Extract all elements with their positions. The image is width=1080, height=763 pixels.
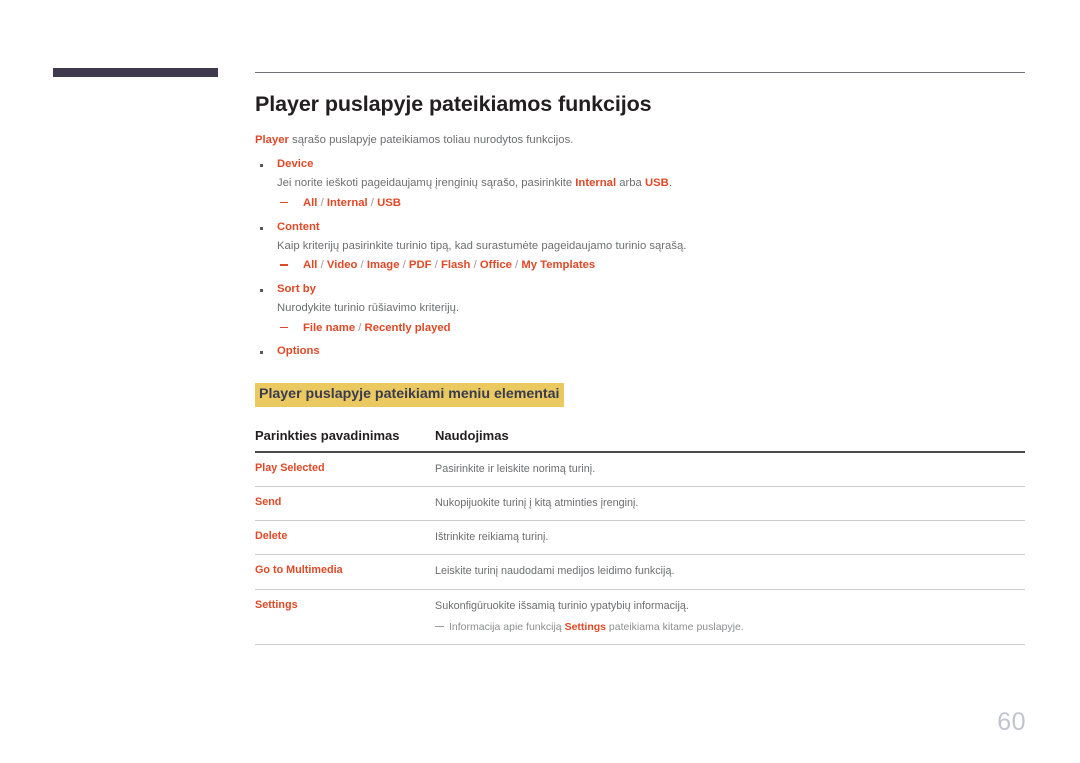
- table-cell-option-name: Play Selected: [255, 451, 435, 487]
- option-value: Recently played: [364, 321, 451, 334]
- feature-title: Content: [277, 220, 320, 233]
- option-separator: /: [317, 259, 327, 272]
- option-value: Office: [479, 259, 512, 272]
- intro-text: sąrašo puslapyje pateikiamos toliau nuro…: [288, 133, 574, 146]
- page-content: Player puslapyje pateikiamos funkcijos P…: [255, 92, 1025, 645]
- option-value: PDF: [408, 259, 432, 272]
- table-cell-note: Informacija apie funkciją Settings patei…: [435, 620, 1025, 635]
- table-col-header-usage: Naudojimas: [435, 427, 1025, 453]
- option-value: All: [303, 259, 318, 272]
- table-row: Send Nukopijuokite turinį į kitą atminti…: [255, 486, 1025, 522]
- option-separator: /: [399, 259, 409, 272]
- note-prefix: Informacija apie funkciją: [449, 620, 565, 633]
- table-cell-usage: Ištrinkite reikiamą turinį.: [435, 520, 1025, 556]
- dash-icon: [280, 264, 288, 266]
- intro-paragraph: Player sąrašo puslapyje pateikiamos toli…: [255, 132, 1025, 148]
- table-cell-usage: Leiskite turinį naudodami medijos leidim…: [435, 554, 1025, 590]
- bullet-icon: [260, 289, 263, 293]
- dash-icon: [280, 326, 288, 329]
- feature-list: Device Jei norite ieškoti pageidaujamų į…: [255, 157, 1025, 360]
- feature-description: Kaip kriterijų pasirinkite turinio tipą,…: [277, 239, 687, 252]
- table-cell-usage-text: Sukonfigūruokite išsamią turinio ypatybi…: [435, 599, 689, 612]
- option-separator: /: [431, 259, 441, 272]
- table-cell-usage: Nukopijuokite turinį į kitą atminties įr…: [435, 486, 1025, 522]
- option-separator: /: [511, 259, 522, 272]
- feature-options-sort-by: File name / Recently played: [277, 321, 1025, 337]
- option-value: File name: [303, 321, 356, 334]
- option-separator: /: [357, 259, 367, 272]
- feature-options-text: File name / Recently played: [303, 322, 451, 334]
- feature-desc-suffix: .: [668, 177, 672, 190]
- feature-item-device: Device Jei norite ieškoti pageidaujamų į…: [255, 157, 1025, 211]
- table-cell-option-name: Settings: [255, 589, 435, 645]
- table-row: Settings Sukonfigūruokite išsamią turini…: [255, 589, 1025, 645]
- option-separator: /: [470, 259, 480, 272]
- table-header-row: Parinkties pavadinimas Naudojimas: [255, 427, 1025, 453]
- option-value: Video: [326, 259, 358, 272]
- feature-options-text: All / Video / Image / PDF / Flash / Offi…: [303, 259, 595, 271]
- table-row: Play Selected Pasirinkite ir leiskite no…: [255, 451, 1025, 487]
- header-accent-bar: [53, 68, 218, 77]
- feature-title: Device: [277, 158, 314, 171]
- feature-options-text: All / Internal / USB: [303, 197, 401, 209]
- note-keyword: Settings: [564, 620, 606, 633]
- page-title: Player puslapyje pateikiamos funkcijos: [255, 92, 652, 116]
- feature-desc-keyword-usb: USB: [644, 177, 669, 190]
- note-suffix: pateikiama kitame puslapyje.: [605, 620, 744, 633]
- feature-description: Jei norite ieškoti pageidaujamų įrengini…: [277, 175, 1025, 191]
- bullet-icon: [260, 164, 263, 168]
- option-separator: /: [367, 196, 378, 209]
- table-cell-option-name: Send: [255, 486, 435, 522]
- table-col-header-option-name: Parinkties pavadinimas: [255, 427, 435, 453]
- bullet-icon: [260, 226, 263, 230]
- table-cell-usage: Sukonfigūruokite išsamią turinio ypatybi…: [435, 589, 1025, 645]
- feature-options-device: All / Internal / USB: [277, 196, 1025, 212]
- feature-options-content: All / Video / Image / PDF / Flash / Offi…: [277, 258, 1025, 274]
- header-rule: [255, 72, 1025, 73]
- option-value: USB: [377, 196, 401, 209]
- page-number: 60: [997, 708, 1026, 736]
- table-row: Delete Ištrinkite reikiamą turinį.: [255, 520, 1025, 556]
- option-value: All: [303, 196, 318, 209]
- intro-keyword: Player: [255, 133, 289, 146]
- document-page: Player puslapyje pateikiamos funkcijos P…: [0, 0, 1080, 763]
- feature-description: Nurodykite turinio rūšiavimo kriterijų.: [277, 302, 460, 315]
- feature-title: Options: [277, 345, 320, 358]
- section-heading-menu-items: Player puslapyje pateikiami meniu elemen…: [255, 382, 565, 407]
- bullet-icon: [260, 351, 263, 355]
- option-value: Flash: [440, 259, 471, 272]
- option-value: Image: [366, 259, 400, 272]
- menu-items-table: Parinkties pavadinimas Naudojimas Play S…: [255, 427, 1025, 645]
- option-separator: /: [355, 321, 365, 334]
- feature-item-sort-by: Sort by Nurodykite turinio rūšiavimo kri…: [255, 282, 1025, 336]
- dash-icon: [280, 201, 288, 204]
- feature-title: Sort by: [277, 283, 316, 296]
- feature-desc-mid: arba: [616, 177, 645, 190]
- table-cell-usage: Pasirinkite ir leiskite norimą turinį.: [435, 451, 1025, 487]
- option-value: My Templates: [521, 259, 596, 272]
- table-row: Go to Multimedia Leiskite turinį naudoda…: [255, 554, 1025, 590]
- feature-item-content: Content Kaip kriterijų pasirinkite turin…: [255, 220, 1025, 274]
- feature-desc-prefix: Jei norite ieškoti pageidaujamų įrengini…: [277, 177, 576, 190]
- feature-item-options: Options: [255, 344, 1025, 359]
- note-dash-icon: [435, 625, 444, 628]
- table-cell-option-name: Go to Multimedia: [255, 554, 435, 590]
- option-value: Internal: [326, 196, 368, 209]
- table-cell-option-name: Delete: [255, 520, 435, 556]
- feature-desc-keyword-internal: Internal: [575, 177, 617, 190]
- option-separator: /: [317, 196, 327, 209]
